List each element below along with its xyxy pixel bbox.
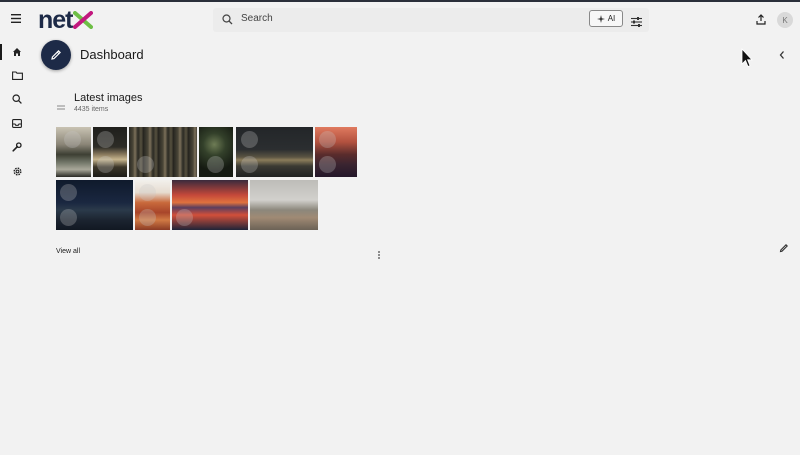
widget-item-count: 4435 items [74,106,109,113]
thumbnail-select-icon[interactable] [241,131,258,148]
thumbnail-preview-icon[interactable] [176,209,193,226]
pencil-icon [779,244,788,253]
image-thumbnail[interactable] [129,127,197,177]
thumbnail-select-icon[interactable] [139,184,156,201]
sidebar-item-folders[interactable] [0,65,34,85]
view-all-link[interactable]: View all [56,248,80,255]
thumbnail-select-icon[interactable] [64,131,81,148]
netx-logo[interactable]: net [38,5,93,34]
collapse-panel-button[interactable] [778,47,786,65]
thumbnail-select-icon[interactable] [319,131,336,148]
thumbnail-select-icon[interactable] [60,184,77,201]
image-thumbnail[interactable] [250,180,318,230]
mouse-cursor-icon [741,47,753,73]
app-header: net Search AI K [0,2,800,36]
home-icon [13,48,21,56]
search-bar[interactable]: Search AI [213,8,649,32]
logo-x-mark [72,11,93,29]
wrench-icon [12,142,22,152]
ai-search-button[interactable]: AI [589,10,623,27]
pencil-icon [51,50,61,60]
search-icon [12,94,22,104]
drag-handle-icon[interactable] [57,98,65,116]
inbox-icon [12,118,22,128]
image-thumbnail[interactable] [56,180,133,230]
sliders-icon[interactable] [631,14,642,32]
ai-button-label: AI [607,14,616,23]
thumbnail-preview-icon[interactable] [319,156,336,173]
avatar-initial: K [782,15,788,25]
thumbnail-preview-icon[interactable] [60,209,77,226]
image-thumbnail[interactable] [172,180,248,230]
logo-text: net [38,5,73,34]
sidebar-item-home[interactable] [0,42,34,62]
sparkle-icon [596,14,605,23]
sidebar [0,40,34,200]
chevron-left-icon [779,51,784,59]
page-title: Dashboard [80,47,144,62]
edit-widget-button[interactable] [779,240,789,258]
gear-icon [13,167,21,175]
search-input[interactable]: Search [241,13,273,24]
more-options-icon[interactable] [377,247,381,265]
image-thumbnail[interactable] [56,127,91,177]
search-icon [222,14,233,25]
image-thumbnail[interactable] [93,127,127,177]
thumbnail-preview-icon[interactable] [241,156,258,173]
image-thumbnail[interactable] [315,127,357,177]
user-avatar[interactable]: K [777,12,793,28]
image-thumbnail[interactable] [135,180,170,230]
image-thumbnail[interactable] [236,127,313,177]
thumbnail-preview-icon[interactable] [207,156,224,173]
upload-icon[interactable] [754,12,768,26]
hamburger-icon[interactable] [9,11,23,25]
image-thumbnail[interactable] [199,127,233,177]
thumbnail-preview-icon[interactable] [97,156,114,173]
thumbnail-preview-icon[interactable] [139,209,156,226]
thumbnail-select-icon[interactable] [97,131,114,148]
sidebar-item-settings[interactable] [0,161,34,181]
thumbnail-preview-icon[interactable] [137,156,154,173]
sidebar-item-search[interactable] [0,89,34,109]
edit-dashboard-button[interactable] [41,40,71,70]
widget-title: Latest images [74,92,143,104]
sidebar-item-inbox[interactable] [0,113,34,133]
folder-icon [11,70,23,80]
sidebar-item-tools[interactable] [0,137,34,157]
